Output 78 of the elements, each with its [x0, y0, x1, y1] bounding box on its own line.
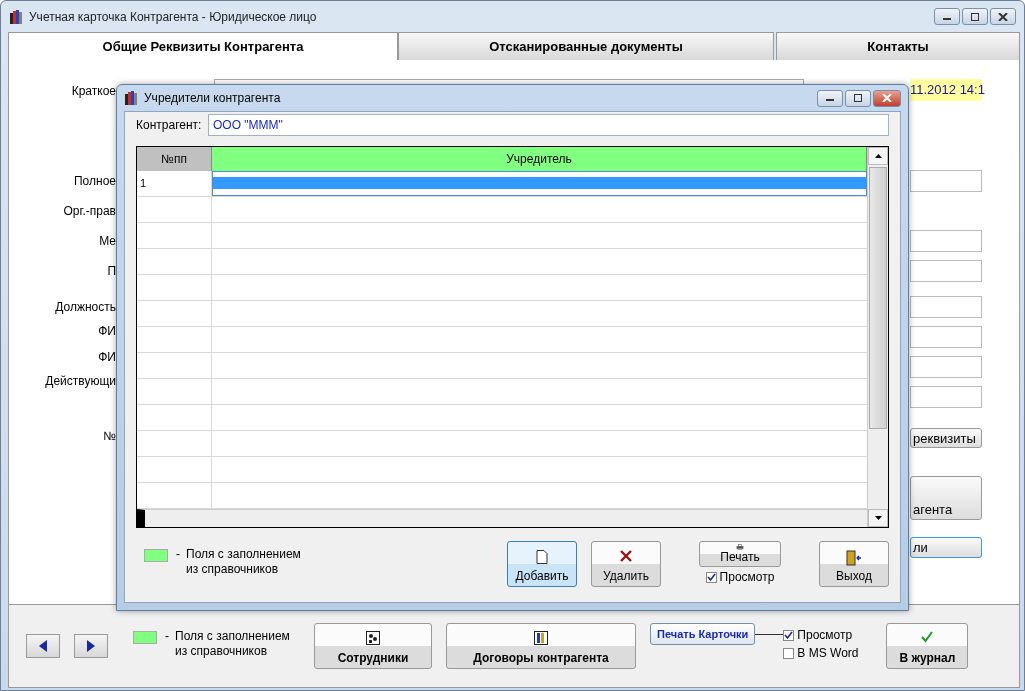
up-triangle-icon	[874, 154, 882, 158]
vertical-scrollbar[interactable]	[867, 147, 888, 527]
input-field[interactable]	[910, 386, 982, 408]
field-label: Орг.-прав	[63, 203, 116, 219]
checkmark-icon	[706, 572, 716, 582]
journal-button[interactable]: В журнал	[886, 623, 969, 669]
close-icon	[998, 12, 1008, 21]
checkbox-label: Просмотр	[719, 570, 775, 584]
previous-button[interactable]	[26, 634, 60, 658]
tab[interactable]: Контакты	[776, 32, 1020, 60]
field-label: ФИ	[98, 323, 116, 339]
tab[interactable]: Общие Реквизиты Контрагента	[8, 32, 398, 60]
maximize-button[interactable]	[962, 8, 988, 25]
counterparty-label: Контрагент:	[136, 118, 203, 132]
legend-swatch	[144, 549, 168, 562]
checkbox-label: Просмотр	[797, 628, 853, 642]
field-label: №	[103, 428, 116, 444]
input-field[interactable]	[910, 170, 982, 192]
maximize-icon	[853, 94, 863, 102]
legend-dash: -	[176, 547, 180, 561]
tab[interactable]: Отсканированные документы	[398, 32, 774, 60]
print-card-button[interactable]: Печать Карточки	[650, 623, 756, 645]
horizontal-scrollbar[interactable]	[137, 509, 867, 527]
field-label: Должность	[55, 299, 116, 315]
field-label: Ме	[99, 233, 116, 249]
minimize-button[interactable]	[934, 8, 960, 25]
door-arrow-icon	[846, 550, 862, 566]
book-icon	[534, 631, 548, 645]
right-triangle-icon	[87, 640, 95, 652]
left-triangle-icon	[39, 640, 47, 652]
form-button[interactable]: реквизиты	[910, 428, 982, 448]
input-field[interactable]	[910, 296, 982, 318]
window-title: Учетная карточка Контрагента - Юридическое лицо	[29, 9, 317, 24]
input-field[interactable]	[910, 260, 982, 282]
legend-swatch	[133, 631, 157, 644]
add-button[interactable]: Добавить	[507, 541, 577, 587]
close-button[interactable]	[990, 8, 1016, 25]
legend-dash: -	[165, 629, 169, 643]
checkbox[interactable]	[783, 629, 795, 641]
column-header[interactable]: Учредитель	[212, 147, 867, 171]
next-button[interactable]	[74, 634, 108, 658]
checkbox-label: В MS Word	[797, 646, 859, 660]
field-label: Действующи	[45, 373, 116, 389]
column-header[interactable]: №пп	[137, 147, 212, 171]
exit-button[interactable]: Выход	[819, 541, 889, 587]
form-button[interactable]: агента	[910, 476, 982, 520]
toolbar-button[interactable]: Договоры контрагента	[446, 623, 636, 669]
legend-text: Поля с заполнением из справочников	[186, 547, 301, 577]
toolbar-button[interactable]: Сотрудники	[314, 623, 432, 669]
minimize-button[interactable]	[817, 89, 843, 107]
people-icon	[366, 631, 380, 645]
books-icon	[124, 90, 140, 106]
input-field[interactable]	[910, 230, 982, 252]
counterparty-field[interactable]: ООО "МММ"	[208, 114, 889, 136]
checkmark-icon	[920, 631, 935, 643]
input-field[interactable]	[910, 326, 982, 348]
delete-button[interactable]: Удалить	[591, 541, 661, 587]
checkbox[interactable]	[705, 571, 717, 583]
checkbox[interactable]	[783, 647, 795, 659]
field-label: Краткое	[71, 83, 116, 99]
input-field[interactable]	[910, 356, 982, 378]
dialog-title: Учредители контрагента	[144, 91, 281, 105]
field-label: ФИ	[98, 349, 116, 365]
checkmark-icon	[784, 630, 794, 640]
maximize-button[interactable]	[845, 89, 871, 107]
form-button[interactable]: ли	[910, 537, 982, 558]
selected-row-bar[interactable]	[212, 171, 867, 196]
print-button[interactable]: Печать	[699, 541, 781, 567]
close-button[interactable]	[873, 89, 901, 107]
field-label: П	[107, 263, 116, 279]
close-icon	[882, 94, 892, 102]
legend-text: Поля с заполнением из справочников	[175, 629, 290, 659]
books-icon	[9, 8, 25, 25]
page-icon	[536, 550, 548, 564]
cross-icon	[620, 550, 632, 562]
down-triangle-icon	[874, 516, 882, 520]
field-label: Полное	[74, 173, 116, 189]
maximize-icon	[970, 12, 980, 21]
